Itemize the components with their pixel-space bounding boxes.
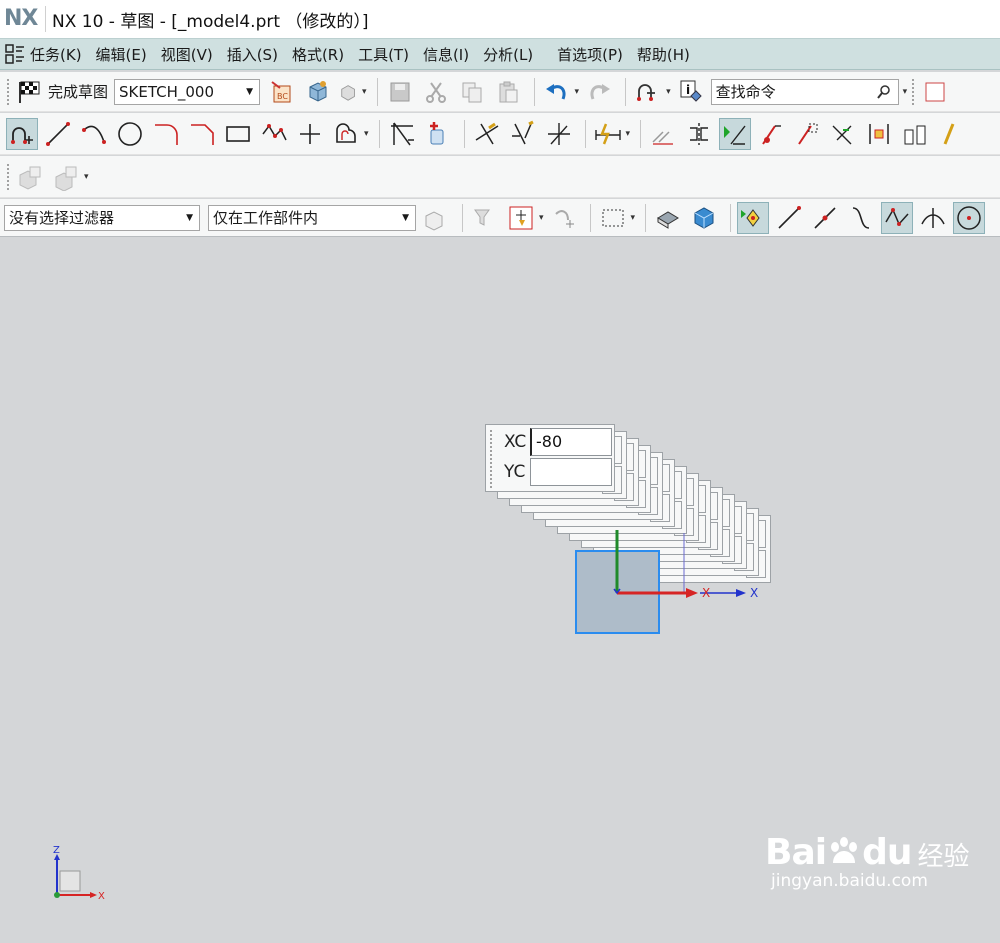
watermark-cn: 经验 — [917, 842, 970, 872]
triad-x-arrow-icon — [90, 892, 97, 898]
x-axis-arrow-icon — [686, 588, 698, 598]
triad-origin — [54, 892, 60, 898]
triad-z-label: Z — [53, 845, 60, 856]
triad-x-label: X — [98, 891, 105, 902]
watermark-brand-suffix: du — [862, 832, 912, 873]
triad-plane — [59, 870, 81, 892]
x-red-marker: X — [702, 586, 710, 600]
sketch-geometry: X X Z X — [53, 530, 758, 902]
datum-x-arrow-icon — [736, 589, 746, 597]
baidu-watermark: Bai du 经验 jingyan.baidu.com — [765, 832, 970, 891]
paw-icon — [831, 837, 858, 863]
watermark-brand: Bai — [765, 832, 827, 873]
watermark-url: jingyan.baidu.com — [771, 871, 928, 891]
datum-x-label: X — [750, 586, 758, 600]
